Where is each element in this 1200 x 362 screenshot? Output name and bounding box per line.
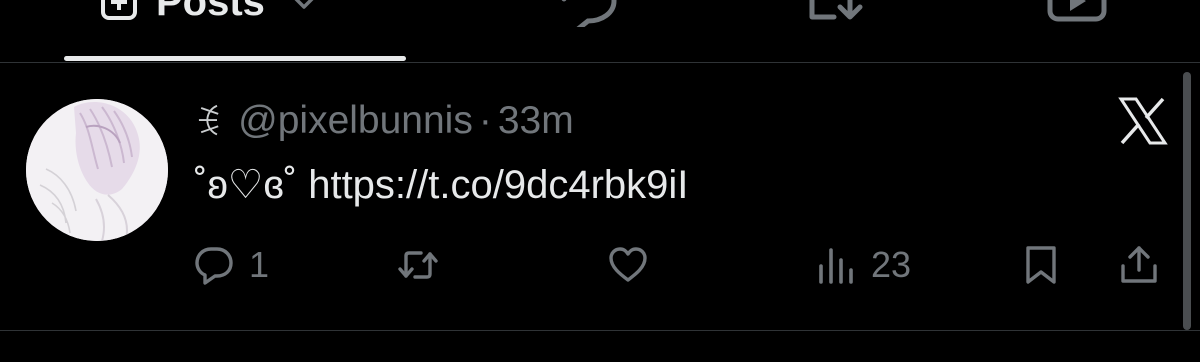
repost-button[interactable]: [397, 242, 453, 288]
x-logo-icon: [1117, 97, 1169, 145]
like-button[interactable]: [607, 242, 663, 288]
tab-replies[interactable]: [558, 0, 620, 32]
tab-posts-label: Posts: [156, 0, 265, 24]
display-name[interactable]: ꉂ: [194, 97, 222, 145]
divider: [0, 330, 1200, 331]
share-icon: [1118, 244, 1160, 286]
chevron-down-icon[interactable]: [291, 0, 317, 15]
views-icon: [815, 244, 857, 286]
post-link[interactable]: https://t.co/9dc4rbk9iI: [308, 163, 688, 207]
media-icon: [806, 0, 868, 27]
post-icon: [100, 0, 138, 21]
videos-icon: [1046, 0, 1108, 27]
post-timestamp[interactable]: 33m: [498, 99, 574, 143]
views-count: 23: [871, 244, 912, 285]
replies-icon: [558, 0, 620, 27]
user-handle[interactable]: @pixelbunnis: [238, 99, 473, 143]
reply-icon: [193, 244, 235, 286]
separator-dot: ·: [478, 99, 492, 142]
views-button[interactable]: 23: [815, 242, 911, 288]
bookmark-icon: [1020, 244, 1062, 286]
share-button[interactable]: [1118, 242, 1160, 288]
post-header: ꉂ @pixelbunnis · 33m: [194, 97, 574, 145]
reply-button[interactable]: 1: [193, 242, 269, 288]
tab-media[interactable]: [806, 0, 868, 32]
heart-icon: [607, 244, 649, 286]
repost-icon: [397, 244, 439, 286]
divider: [0, 62, 1200, 63]
scrollbar[interactable]: [1183, 72, 1191, 330]
bookmark-button[interactable]: [1020, 242, 1062, 288]
post-text-emoticon: ˚ʚ♡ɞ˚: [194, 163, 309, 207]
tab-posts[interactable]: Posts: [100, 0, 317, 32]
profile-tab-bar: Posts: [0, 0, 1200, 62]
active-tab-indicator: [64, 56, 406, 61]
tab-videos[interactable]: [1046, 0, 1108, 32]
post-text: ˚ʚ♡ɞ˚ https://t.co/9dc4rbk9iI: [194, 162, 688, 208]
avatar[interactable]: [26, 99, 168, 241]
reply-count: 1: [249, 244, 270, 285]
